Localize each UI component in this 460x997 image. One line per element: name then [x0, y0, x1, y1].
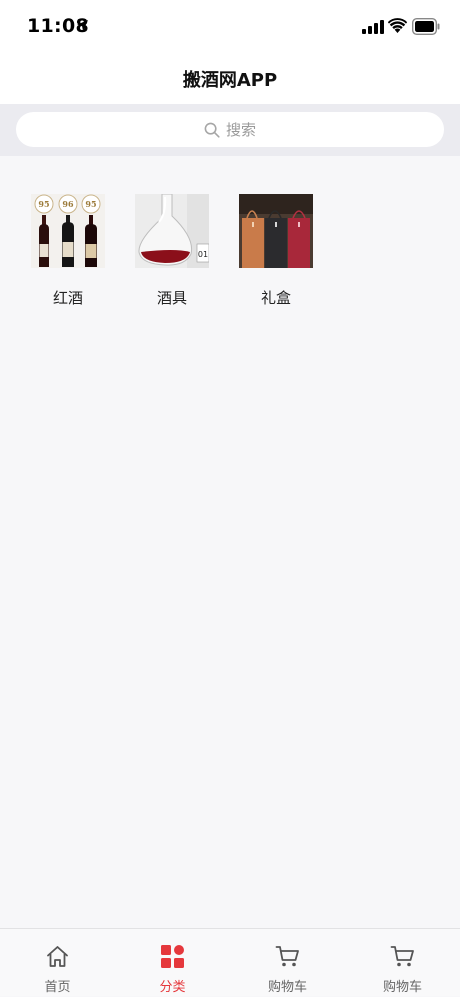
tab-home[interactable]: 首页 [0, 929, 115, 997]
tab-label: 分类 [159, 980, 186, 995]
decanter-label-text: 01 [198, 250, 208, 259]
home-icon [47, 946, 68, 967]
search-area: 搜索 [0, 104, 460, 156]
category-item-gift-box[interactable]: 礼盒 [239, 194, 313, 314]
category-item-red-wine[interactable]: 95 96 95 红酒 [31, 194, 105, 314]
cellular-signal-icon [362, 20, 384, 34]
location-arrow-icon [77, 20, 88, 31]
category-label: 酒具 [156, 289, 187, 307]
search-placeholder: 搜索 [225, 121, 256, 139]
wine-badge-1: 95 [38, 199, 49, 209]
gift-box-thumbnail [239, 194, 313, 268]
tab-label: 首页 [44, 980, 71, 995]
tab-bar: 首页 分类 购物车 购物车 [0, 928, 460, 996]
category-label: 礼盒 [260, 289, 291, 307]
cart-icon [390, 946, 414, 967]
tab-label: 购物车 [267, 980, 307, 995]
tab-category[interactable]: 分类 [115, 929, 230, 997]
tab-label: 购物车 [382, 980, 422, 995]
battery-icon [412, 18, 440, 35]
wine-badge-3: 95 [85, 199, 96, 209]
status-bar: 11:08 [0, 0, 460, 54]
category-label: 红酒 [52, 289, 83, 307]
category-grid: 95 96 95 红酒 01 酒具 礼盒 [0, 156, 460, 928]
red-wine-thumbnail: 95 96 95 [31, 194, 105, 268]
search-icon [204, 122, 220, 138]
tab-cart-2[interactable]: 购物车 [345, 929, 460, 997]
search-input[interactable]: 搜索 [16, 112, 444, 147]
wifi-icon [388, 18, 407, 33]
cart-icon [275, 946, 299, 967]
wine-badge-2: 96 [62, 199, 74, 209]
decanter-thumbnail: 01 [135, 194, 209, 268]
category-icon [161, 945, 184, 968]
tab-cart[interactable]: 购物车 [230, 929, 345, 997]
category-item-wine-accessories[interactable]: 01 酒具 [135, 194, 209, 314]
nav-bar: 搬酒网APP [0, 54, 460, 104]
page-title: 搬酒网APP [182, 70, 278, 91]
